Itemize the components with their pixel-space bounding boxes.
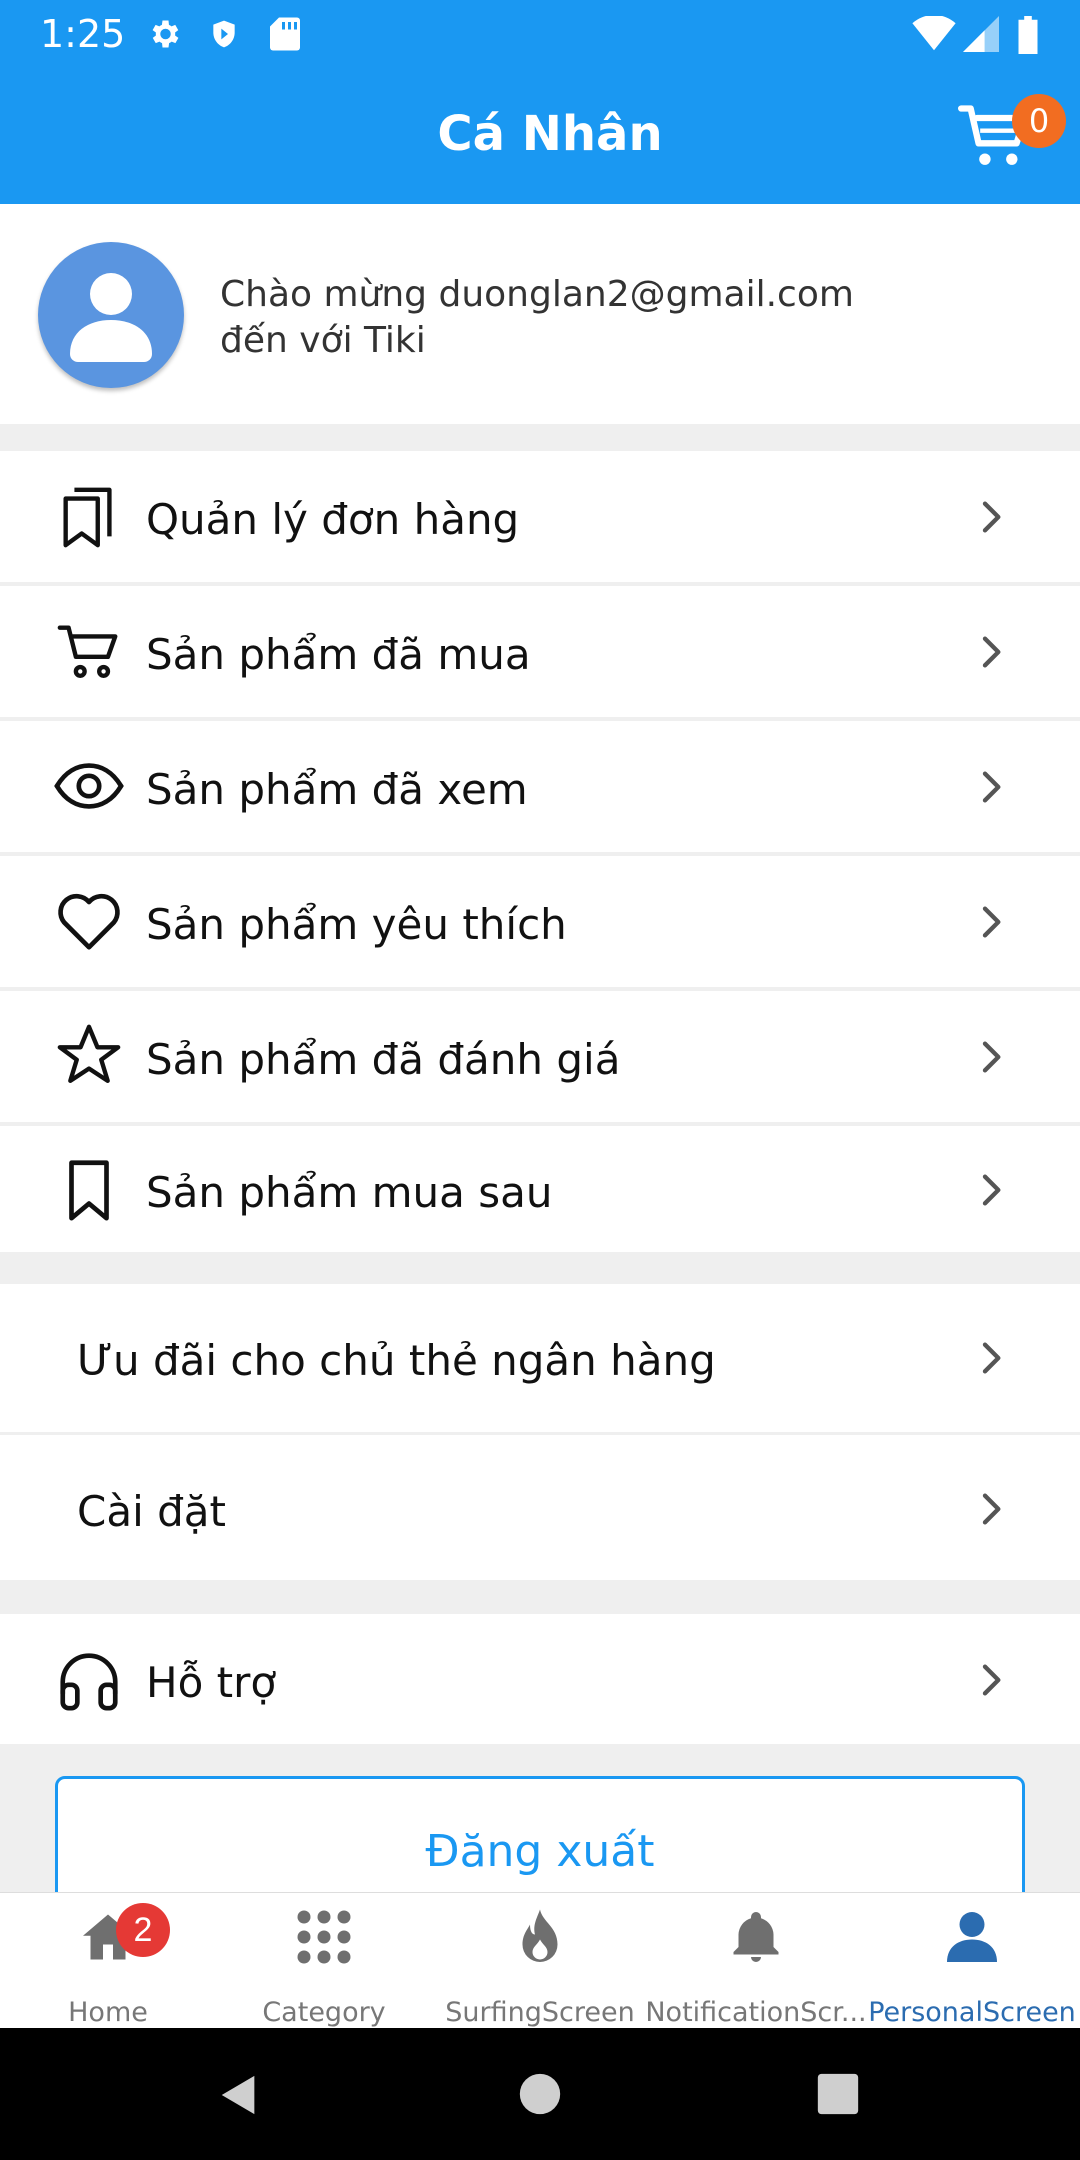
- tab-surfing[interactable]: SurfingScreen: [432, 1893, 648, 2029]
- system-nav-bar: [0, 2028, 1080, 2160]
- cart-icon: [57, 625, 118, 678]
- page-title: Cá Nhân: [437, 106, 663, 162]
- sd-card-icon: [270, 17, 300, 51]
- chevron-right-icon: [982, 1664, 1001, 1696]
- home-badge: 2: [116, 1903, 170, 1957]
- chevron-right-icon: [982, 1041, 1001, 1073]
- app-header: Cá Nhân: [0, 66, 1080, 204]
- menu-label-orders: Quản lý đơn hàng: [146, 495, 520, 544]
- person-icon: [947, 1912, 997, 1962]
- menu-label-favorites: Sản phẩm yêu thích: [146, 900, 567, 949]
- tab-label-personal: PersonalScreen: [868, 1997, 1076, 2028]
- heart-icon: [58, 893, 120, 950]
- menu-item-support[interactable]: Hỗ trợ: [0, 1614, 1080, 1744]
- menu-item-purchased[interactable]: Sản phẩm đã mua: [0, 586, 1080, 717]
- menu-item-reviewed[interactable]: Sản phẩm đã đánh giá: [0, 991, 1080, 1122]
- back-icon[interactable]: [216, 2072, 262, 2118]
- status-time: 1:25: [40, 12, 126, 56]
- welcome-line-2: đến với Tiki: [220, 320, 426, 361]
- signal-icon: [963, 16, 999, 52]
- menu-item-orders[interactable]: Quản lý đơn hàng: [0, 451, 1080, 582]
- grid-dots-icon: [297, 1910, 351, 1964]
- tab-label-surfing: SurfingScreen: [445, 1997, 635, 2028]
- tab-category[interactable]: Category: [216, 1893, 432, 2029]
- tab-label-category: Category: [262, 1997, 386, 2028]
- menu-item-buy-later[interactable]: Sản phẩm mua sau: [0, 1126, 1080, 1252]
- menu-label-settings: Cài đặt: [77, 1487, 226, 1536]
- status-bar: 1:25: [0, 0, 1080, 66]
- menu-label-purchased: Sản phẩm đã mua: [146, 630, 531, 679]
- flame-icon: [522, 1909, 558, 1962]
- chevron-right-icon: [982, 636, 1001, 668]
- menu-label-viewed: Sản phẩm đã xem: [146, 765, 528, 814]
- chevron-right-icon: [982, 501, 1001, 533]
- welcome-line-1: Chào mừng duonglan2@gmail.com: [220, 274, 854, 315]
- battery-icon: [1018, 16, 1038, 54]
- menu-label-reviewed: Sản phẩm đã đánh giá: [146, 1035, 621, 1084]
- settings-icon: [152, 20, 179, 48]
- tab-label-notification: NotificationScr...: [645, 1997, 867, 2028]
- menu-item-favorites[interactable]: Sản phẩm yêu thích: [0, 856, 1080, 987]
- tab-home[interactable]: 2 Home: [0, 1893, 216, 2029]
- bookmark-icon: [69, 1160, 109, 1221]
- menu-label-bank-offers: Ưu đãi cho chủ thẻ ngân hàng: [77, 1336, 716, 1385]
- profile-card: Chào mừng duonglan2@gmail.com đến với Ti…: [0, 204, 1080, 424]
- wifi-icon: [912, 16, 956, 51]
- tab-label-home: Home: [68, 1997, 148, 2028]
- chevron-right-icon: [982, 1493, 1001, 1525]
- bottom-tab-bar: 2 Home Category SurfingScreen Notificati…: [0, 1892, 1080, 2028]
- avatar[interactable]: [38, 242, 184, 388]
- user-icon: [70, 273, 152, 362]
- logout-button[interactable]: Đăng xuất: [55, 1776, 1025, 1906]
- chevron-right-icon: [982, 771, 1001, 803]
- menu-label-buy-later: Sản phẩm mua sau: [146, 1168, 553, 1217]
- cart-count-badge: 0: [1012, 94, 1066, 148]
- chevron-right-icon: [982, 1342, 1001, 1374]
- bell-icon: [733, 1912, 779, 1962]
- tab-personal[interactable]: PersonalScreen: [864, 1893, 1080, 2029]
- star-icon: [57, 1024, 121, 1083]
- recents-icon[interactable]: [816, 2072, 860, 2116]
- menu-item-settings[interactable]: Cài đặt: [0, 1435, 1080, 1580]
- chevron-right-icon: [982, 906, 1001, 938]
- headphones-icon: [60, 1653, 118, 1711]
- chevron-right-icon: [982, 1174, 1001, 1206]
- menu-item-viewed[interactable]: Sản phẩm đã xem: [0, 721, 1080, 852]
- welcome-text: Chào mừng duonglan2@gmail.com đến với Ti…: [220, 272, 854, 364]
- menu-label-support: Hỗ trợ: [146, 1658, 277, 1707]
- tab-notification[interactable]: NotificationScr...: [645, 1893, 867, 2029]
- menu-item-bank-offers[interactable]: Ưu đãi cho chủ thẻ ngân hàng: [0, 1284, 1080, 1432]
- home-circle-icon[interactable]: [518, 2072, 562, 2116]
- shield-icon: [213, 20, 235, 48]
- eye-icon: [54, 763, 124, 809]
- bookmarks-icon: [63, 487, 112, 548]
